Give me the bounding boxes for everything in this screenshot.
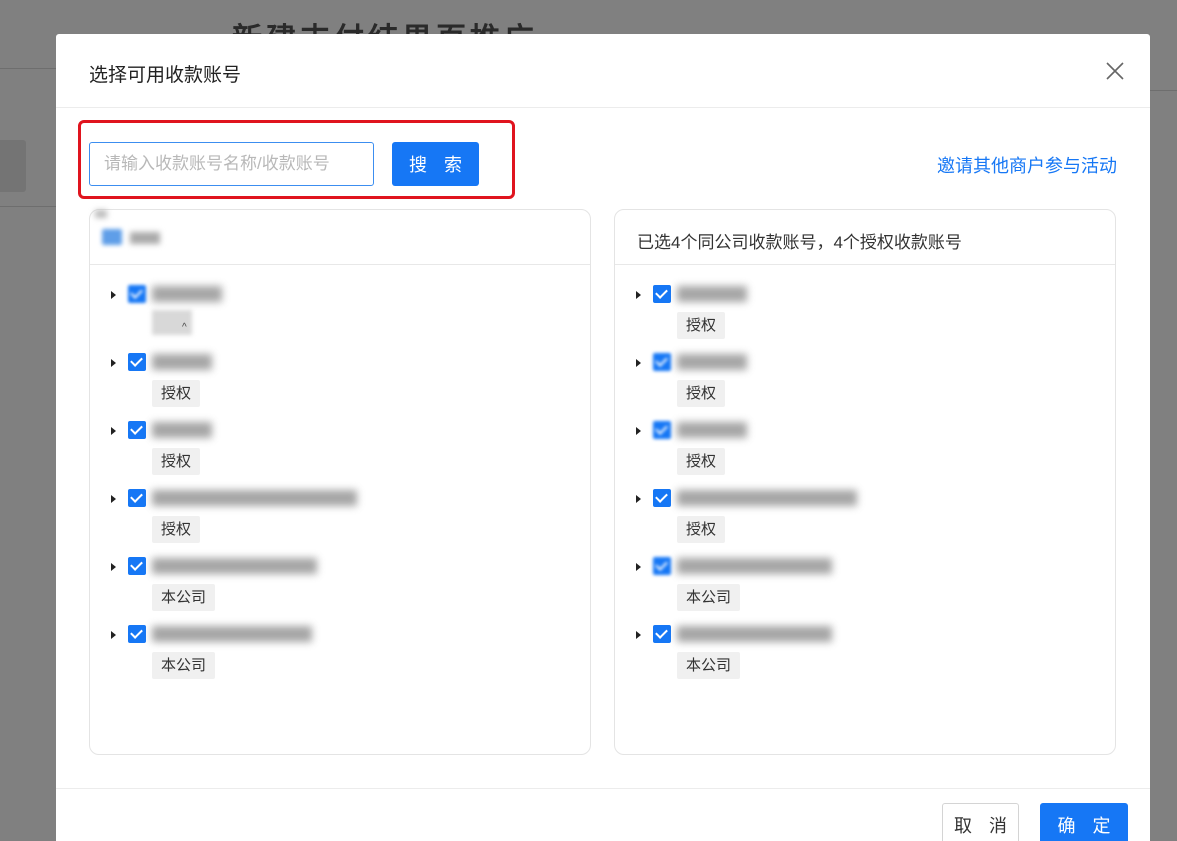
redacted-account-name xyxy=(677,286,747,302)
checkbox-checked-icon[interactable] xyxy=(128,421,146,439)
account-tag: 本公司 xyxy=(677,652,741,679)
confirm-button[interactable]: 确 定 xyxy=(1040,803,1128,841)
checkbox-checked-icon[interactable] xyxy=(128,353,146,371)
redacted-account-name xyxy=(152,490,357,506)
account-tag: 授权 xyxy=(677,312,726,339)
selected-summary: 已选4个同公司收款账号，4个授权收款账号 xyxy=(637,233,962,252)
account-tag: 本公司 xyxy=(152,584,216,611)
sidebar-tab xyxy=(0,140,26,192)
list-item: 授权 xyxy=(615,416,1115,484)
checkbox-checked-icon[interactable] xyxy=(653,489,671,507)
checkbox-checked-icon[interactable] xyxy=(128,489,146,507)
available-accounts-panel: ^ 授权 授权 授权 本公司 本公司 xyxy=(89,209,591,755)
account-tag: 授权 xyxy=(152,380,201,407)
checkbox-checked-icon[interactable] xyxy=(128,285,146,303)
list-item: 本公司 xyxy=(615,552,1115,620)
account-tag: 授权 xyxy=(677,516,726,543)
account-tag: 本公司 xyxy=(152,652,216,679)
panel-header xyxy=(90,210,590,265)
list-item: 授权 xyxy=(615,484,1115,552)
divider xyxy=(0,206,56,207)
list-item: 本公司 xyxy=(90,620,590,688)
account-tag: 本公司 xyxy=(677,584,741,611)
modal-footer: 取 消 确 定 xyxy=(56,788,1150,841)
redacted-account-name xyxy=(152,422,212,438)
list-item: 本公司 xyxy=(615,620,1115,688)
caret-right-icon[interactable] xyxy=(111,427,116,435)
redacted-account-name xyxy=(677,422,747,438)
account-tag: 授权 xyxy=(677,380,726,407)
caret-right-icon[interactable] xyxy=(111,359,116,367)
caret-right-icon[interactable] xyxy=(636,631,641,639)
checkbox-checked-icon[interactable] xyxy=(128,557,146,575)
redacted-account-name xyxy=(152,354,212,370)
list-item: 授权 xyxy=(615,348,1115,416)
checkbox-checked-icon[interactable] xyxy=(653,557,671,575)
caret-right-icon[interactable] xyxy=(111,563,116,571)
select-account-modal: 选择可用收款账号 搜 索 邀请其他商户参与活动 ^ xyxy=(56,34,1150,841)
close-icon[interactable] xyxy=(1102,58,1128,84)
redacted-text xyxy=(130,232,160,244)
selected-accounts-panel: 已选4个同公司收款账号，4个授权收款账号 授权 授权 授权 授权 本公司 本公司 xyxy=(614,209,1116,755)
account-tree: ^ 授权 授权 授权 本公司 本公司 xyxy=(90,280,590,688)
invite-merchants-link[interactable]: 邀请其他商户参与活动 xyxy=(937,152,1117,178)
checkbox-checked-icon[interactable] xyxy=(653,625,671,643)
modal-header: 选择可用收款账号 xyxy=(56,34,1150,108)
account-tag: 授权 xyxy=(152,448,201,475)
caret-right-icon[interactable] xyxy=(111,495,116,503)
checkbox-checked-icon[interactable] xyxy=(128,625,146,643)
account-tag: 授权 xyxy=(677,448,726,475)
selected-account-tree: 授权 授权 授权 授权 本公司 本公司 xyxy=(615,280,1115,688)
search-input[interactable] xyxy=(89,142,374,186)
list-item: 授权 xyxy=(90,348,590,416)
redacted-account-name xyxy=(677,490,857,506)
select-all-checkbox[interactable] xyxy=(102,229,122,245)
redacted-text xyxy=(95,210,107,218)
checkbox-checked-icon[interactable] xyxy=(653,285,671,303)
list-item: 授权 xyxy=(90,484,590,552)
account-tag: 授权 xyxy=(152,516,201,543)
caret-right-icon[interactable] xyxy=(636,427,641,435)
chevron-up-icon: ^ xyxy=(182,322,187,333)
caret-right-icon[interactable] xyxy=(636,291,641,299)
redacted-account-name xyxy=(677,558,832,574)
redacted-account-name xyxy=(152,558,317,574)
redacted-account-name xyxy=(677,626,832,642)
redacted-account-name xyxy=(677,354,747,370)
caret-right-icon[interactable] xyxy=(636,563,641,571)
panel-header: 已选4个同公司收款账号，4个授权收款账号 xyxy=(615,210,1115,265)
redacted-account-name xyxy=(152,286,222,302)
redacted-account-name xyxy=(152,626,312,642)
divider xyxy=(0,68,56,69)
list-item: 授权 xyxy=(90,416,590,484)
list-item: 本公司 xyxy=(90,552,590,620)
list-item: 授权 xyxy=(615,280,1115,348)
caret-right-icon[interactable] xyxy=(111,631,116,639)
checkbox-checked-icon[interactable] xyxy=(653,421,671,439)
caret-right-icon[interactable] xyxy=(111,291,116,299)
modal-title: 选择可用收款账号 xyxy=(89,65,242,86)
cancel-button[interactable]: 取 消 xyxy=(942,803,1019,841)
caret-right-icon[interactable] xyxy=(636,495,641,503)
checkbox-checked-icon[interactable] xyxy=(653,353,671,371)
caret-right-icon[interactable] xyxy=(636,359,641,367)
search-button[interactable]: 搜 索 xyxy=(392,142,479,186)
list-item: ^ xyxy=(90,280,590,348)
